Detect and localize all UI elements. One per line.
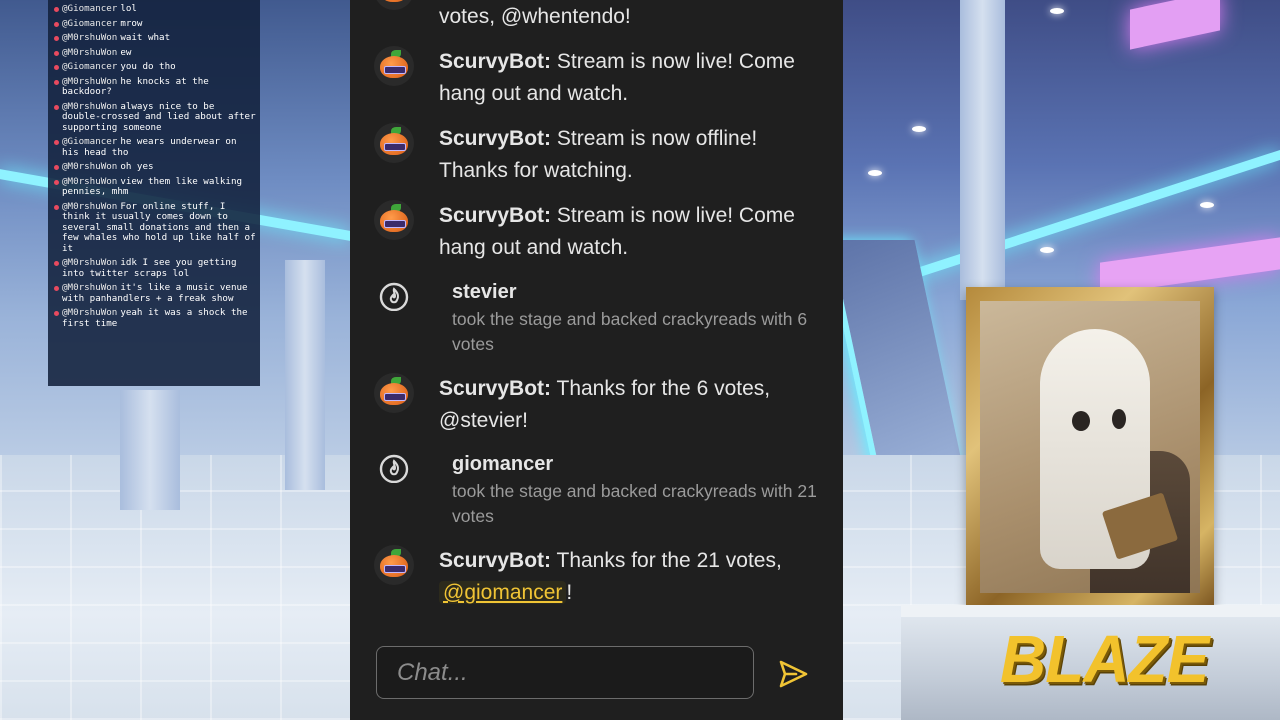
chat-log-line: @Giomancer lol [54,3,256,14]
scurvybot-avatar [374,46,414,86]
bot-name: ScurvyBot: [439,377,552,400]
stage-event: giomancer took the stage and backed crac… [374,453,823,533]
chat-log-line: @Giomancer mrow [54,18,256,29]
chat-log-line: @M0rshuWon For online stuff, I think it u… [54,201,256,254]
stage-event: stevier took the stage and backed cracky… [374,281,823,361]
flame-icon [379,454,409,483]
stage-username: giomancer [452,453,554,475]
bot-name: ScurvyBot: [439,127,552,150]
message-text: votes, @whentendo! [439,5,631,28]
chat-panel: votes, @whentendo! ScurvyBot: Stream is … [350,0,843,720]
bot-name: ScurvyBot: [439,204,552,227]
bot-name: ScurvyBot: [439,50,552,73]
bot-name: ScurvyBot: [439,549,552,572]
chat-message: votes, @whentendo! [374,0,823,34]
chat-message: ScurvyBot: Stream is now live! Come hang… [374,46,823,110]
chat-log-line: @M0rshuWon oh yes [54,162,256,172]
chat-message: ScurvyBot: Thanks for the 6 votes, @stev… [374,373,823,437]
user-mention[interactable]: @giomancer [439,581,567,604]
message-text-end: ! [566,581,573,604]
stage-description: took the stage and backed crackyreads wi… [452,481,817,526]
chat-input[interactable] [376,646,754,699]
message-text: Thanks for the 21 votes, [556,549,782,572]
scurvybot-avatar [374,0,414,10]
ghost-portrait [980,301,1200,593]
scurvybot-avatar [374,123,414,163]
chat-log-panel: @Giomancer lol @Giomancer mrow @M0rshuWon w… [48,0,260,386]
stage-username: stevier [452,281,517,303]
chat-log-line: @M0rshuWon always nice to be double-cross… [54,101,256,133]
chat-log-line: @Giomancer he wears underwear on his head… [54,137,256,158]
chat-message: ScurvyBot: Stream is now offline! Thanks… [374,123,823,187]
flame-icon [379,282,409,311]
streamer-name: BLAZE [1000,621,1209,697]
chat-message: ScurvyBot: Stream is now live! Come hang… [374,200,823,264]
chat-log-line: @M0rshuWon ew [54,47,256,58]
scurvybot-avatar [374,545,414,585]
chat-log-line: @M0rshuWon idk I see you getting into twi… [54,257,256,279]
scurvybot-avatar [374,200,414,240]
chat-log-line: @M0rshuWon wait what [54,32,256,43]
chat-log-line: @M0rshuWon he knocks at the backdoor? [54,76,256,98]
send-button[interactable] [776,657,810,691]
chat-log-line: @Giomancer you do tho [54,62,256,72]
chat-message: ScurvyBot: Thanks for the 21 votes, @gio… [374,545,823,609]
chat-log-line: @M0rshuWon it's like a music venue with p… [54,282,256,304]
chat-log-line: @M0rshuWon view them like walking pennies… [54,176,256,198]
stage-description: took the stage and backed crackyreads wi… [452,309,808,354]
scurvybot-avatar [374,373,414,413]
portrait-frame [966,287,1214,607]
send-arrow-icon [779,660,808,688]
chat-log-line: @M0rshuWon yeah it was a shock the first … [54,307,256,329]
